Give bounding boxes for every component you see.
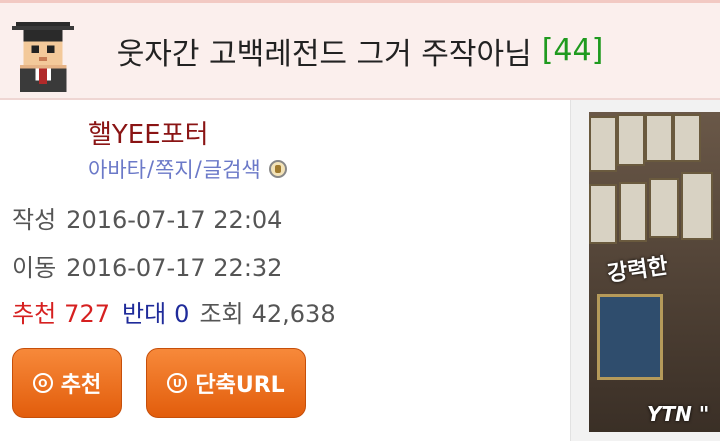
recommend-button-label: 추천 <box>60 373 102 398</box>
level-badge-icon <box>268 160 287 178</box>
recommend-button[interactable]: O 추천 <box>12 348 122 418</box>
post-title-bar: 웃자간 고백레전드 그거 주작아님 [44] <box>0 3 720 100</box>
short-url-button-label: 단축URL <box>195 373 285 398</box>
wall-frame <box>619 182 647 242</box>
wall-frame <box>589 184 617 244</box>
views-count: 42,638 <box>251 300 336 328</box>
comment-count[interactable]: [44] <box>542 33 604 68</box>
framed-photo <box>597 294 663 380</box>
post-search-link[interactable]: 글검색 <box>203 154 261 184</box>
oppose-label: 반대 <box>121 300 167 328</box>
written-date: 2016-07-17 22:04 <box>66 206 283 234</box>
author-links: 아바타 / 쪽지 / 글검색 <box>88 154 287 184</box>
recommend-label: 추천 <box>12 300 57 328</box>
moved-date: 2016-07-17 22:32 <box>66 254 283 282</box>
wall-frame <box>673 114 701 162</box>
stats-row: 추천 727 반대 0 조회 42,638 <box>12 294 336 329</box>
written-label: 작성 <box>12 206 57 234</box>
wall-frame <box>649 178 679 238</box>
avatar[interactable] <box>12 22 74 92</box>
circle-u-icon: U <box>167 373 188 393</box>
message-link[interactable]: 쪽지 <box>155 154 194 184</box>
video-thumbnail-panel: 강력한 YTN " <box>570 100 720 441</box>
circle-o-icon: O <box>32 373 53 393</box>
wall-frame <box>645 114 673 162</box>
written-date-row: 작성 2016-07-17 22:04 <box>12 200 282 235</box>
thumbnail-caption: YTN " <box>647 402 710 426</box>
moved-date-row: 이동 2016-07-17 22:32 <box>12 248 282 283</box>
thumbnail-overlay-text: 강력한 <box>605 253 670 288</box>
avatar-link[interactable]: 아바타 <box>88 154 146 184</box>
moved-label: 이동 <box>12 254 57 282</box>
author-nickname[interactable]: 핼YEE포터 <box>88 114 209 151</box>
recommend-count: 727 <box>64 300 110 328</box>
oppose-count: 0 <box>174 300 190 328</box>
video-thumbnail[interactable]: 강력한 YTN " <box>589 112 720 432</box>
wall-frame <box>617 114 645 166</box>
post-title: 웃자간 고백레전드 그거 주작아님 <box>116 36 532 72</box>
views-label: 조회 <box>199 300 244 328</box>
short-url-button[interactable]: U 단축URL <box>146 348 306 418</box>
wall-frame <box>589 116 617 172</box>
wall-frame <box>681 172 713 240</box>
